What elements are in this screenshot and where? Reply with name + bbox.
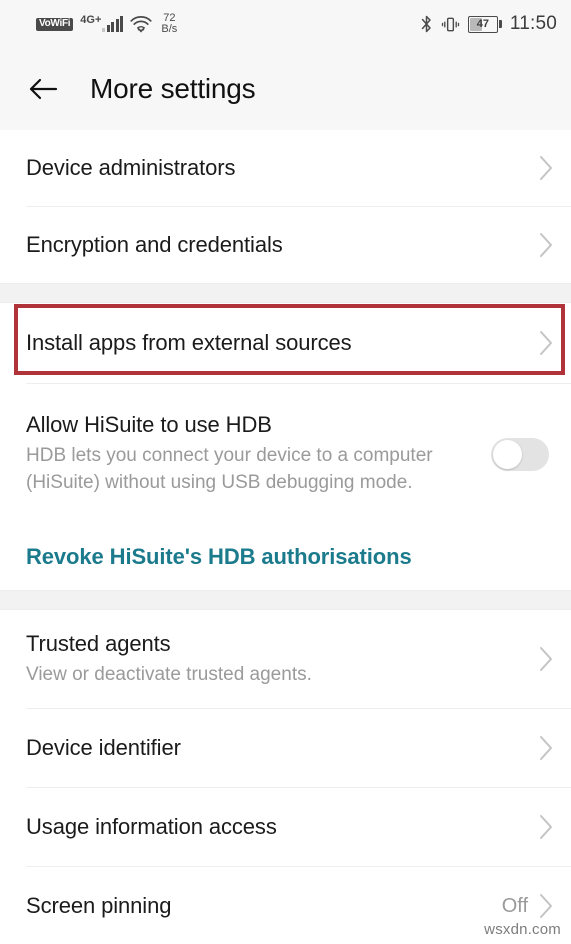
section-separator (0, 590, 571, 610)
back-arrow-icon[interactable] (26, 72, 60, 106)
list-item-usage-information-access[interactable]: Usage information access (0, 788, 571, 866)
settings-list: Device administrators Encryption and cre… (0, 130, 571, 944)
data-speed-unit: B/s (161, 23, 178, 35)
vowifi-icon: VoWiFi (36, 17, 74, 31)
chevron-right-icon (540, 736, 552, 760)
list-item-subtitle: View or deactivate trusted agents. (26, 663, 312, 685)
data-speed-indicator: 72 B/s (161, 13, 177, 35)
list-item-title: Trusted agents (26, 630, 171, 656)
link-label: Revoke HiSuite's HDB authorisations (26, 544, 412, 569)
section-separator (0, 283, 571, 303)
wifi-icon (130, 15, 152, 33)
list-item-title: Device administrators (26, 155, 236, 180)
chevron-right-icon (540, 331, 552, 355)
list-item-title: Screen pinning (26, 893, 172, 918)
toggle-knob (493, 439, 522, 469)
phone-screen: VoWiFi 4G+ 72 B/s 47 11:50 More settings… (0, 0, 571, 944)
chevron-right-icon (540, 156, 552, 180)
vibrate-icon (441, 17, 460, 31)
chevron-right-icon (540, 233, 552, 257)
list-item-subtitle: HDB lets you connect your device to a co… (26, 445, 433, 493)
battery-icon: 47 (467, 15, 502, 33)
list-item-allow-hisuite-to-use-hdb[interactable]: Allow HiSuite to use HDB HDB lets you co… (0, 384, 571, 524)
hdb-toggle-switch[interactable] (491, 437, 549, 471)
screen-pinning-value: Off (501, 894, 528, 917)
status-bar: VoWiFi 4G+ 72 B/s 47 11:50 (0, 0, 571, 48)
list-item-title: Usage information access (26, 814, 277, 839)
list-item-encryption-and-credentials[interactable]: Encryption and credentials (0, 207, 571, 283)
status-bar-right: 47 11:50 (420, 13, 557, 35)
list-item-title: Encryption and credentials (26, 232, 283, 257)
list-item-install-apps-from-external-sources[interactable]: Install apps from external sources (0, 303, 571, 383)
list-item-title: Device identifier (26, 735, 181, 760)
page-title: More settings (90, 73, 256, 104)
list-item-device-identifier[interactable]: Device identifier (0, 709, 571, 787)
link-revoke-hisuite-hdb-authorisations[interactable]: Revoke HiSuite's HDB authorisations (0, 524, 571, 590)
list-item-title: Install apps from external sources (26, 330, 352, 355)
chevron-right-icon (540, 815, 552, 839)
status-bar-left: VoWiFi 4G+ 72 B/s (36, 13, 177, 35)
battery-percent-label: 47 (476, 17, 489, 30)
network-type-label: 4G+ (80, 13, 102, 26)
list-item-device-administrators[interactable]: Device administrators (0, 130, 571, 206)
chevron-right-icon (540, 894, 552, 918)
list-item-title: Allow HiSuite to use HDB (26, 412, 272, 437)
signal-bars-icon (102, 15, 124, 32)
list-item-trusted-agents[interactable]: Trusted agents View or deactivate truste… (0, 610, 571, 708)
cellular-signal-icon: 4G+ (80, 13, 124, 32)
bluetooth-icon (421, 15, 431, 33)
clock-label: 11:50 (509, 13, 557, 34)
chevron-right-icon (540, 647, 552, 671)
app-header: More settings (0, 48, 571, 130)
watermark-label: wsxdn.com (484, 921, 561, 938)
